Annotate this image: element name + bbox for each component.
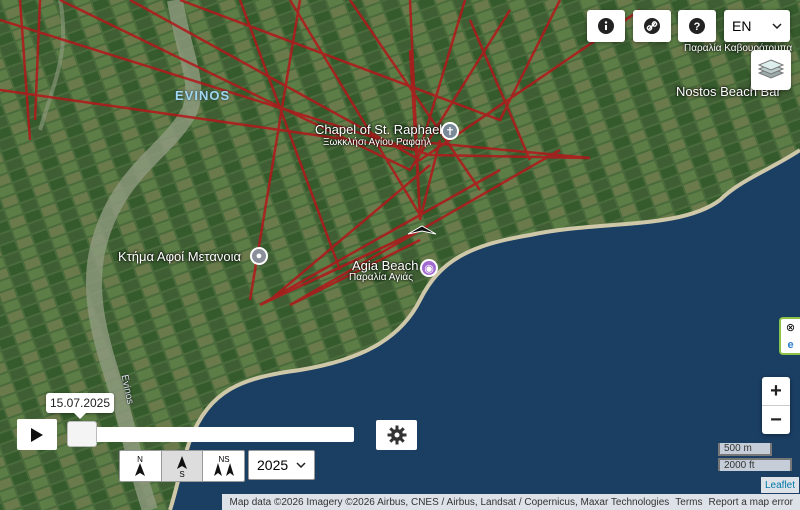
leaflet-link[interactable]: Leaflet bbox=[761, 477, 799, 493]
settings-button[interactable] bbox=[376, 420, 417, 450]
north-south-arrows-icon: NS bbox=[213, 455, 234, 476]
side-widget[interactable]: ⊗ e bbox=[779, 317, 800, 355]
attribution-data: Map data ©2026 Imagery ©2026 Airbus, CNE… bbox=[229, 496, 670, 508]
timeline-slider-thumb[interactable] bbox=[67, 421, 97, 447]
place-label-ktima: Κτήμα Αφοί Μετανοια bbox=[118, 249, 241, 264]
zoom-control: + − bbox=[762, 377, 790, 434]
year-select[interactable]: 2025 bbox=[248, 450, 315, 480]
link-button[interactable] bbox=[633, 10, 671, 42]
orientation-toggle: N S NS bbox=[119, 450, 245, 482]
zoom-out-button[interactable]: − bbox=[762, 406, 790, 434]
attribution-bar: Map data ©2026 Imagery ©2026 Airbus, CNE… bbox=[222, 494, 800, 510]
orientation-south-button[interactable]: S bbox=[161, 451, 204, 481]
play-icon bbox=[31, 427, 43, 442]
help-button[interactable]: ? bbox=[678, 10, 716, 42]
layers-icon bbox=[758, 59, 784, 79]
layers-button[interactable] bbox=[751, 50, 791, 90]
edge-e-icon: e bbox=[787, 338, 794, 351]
help-icon: ? bbox=[689, 18, 705, 34]
place-sublabel-chapel: Ξωκκλήσι Αγίου Ραφαήλ bbox=[323, 137, 432, 148]
chevron-down-icon bbox=[772, 23, 782, 29]
south-arrow-icon: S bbox=[177, 456, 187, 478]
info-button[interactable] bbox=[587, 10, 625, 42]
svg-text:N: N bbox=[137, 455, 143, 464]
language-value: EN bbox=[732, 18, 752, 34]
region-label-evinos: EVINOS bbox=[175, 88, 231, 103]
north-arrow-icon: N bbox=[135, 455, 146, 476]
camera-marker-icon[interactable]: ◉ bbox=[420, 259, 438, 277]
timeline-slider[interactable] bbox=[67, 427, 354, 442]
place-label-chapel: Chapel of St. Raphael bbox=[315, 122, 443, 137]
orientation-both-button[interactable]: NS bbox=[203, 451, 244, 481]
orientation-north-button[interactable]: N bbox=[120, 451, 162, 481]
date-tooltip: 15.07.2025 bbox=[46, 393, 114, 419]
link-icon bbox=[644, 18, 660, 34]
close-icon[interactable]: ⊗ bbox=[786, 321, 795, 334]
scale-metric: 500 m bbox=[718, 443, 772, 456]
svg-text:?: ? bbox=[694, 21, 701, 33]
info-icon bbox=[598, 18, 614, 34]
chevron-down-icon bbox=[296, 462, 306, 468]
scale-imperial: 2000 ft bbox=[718, 458, 792, 471]
play-button[interactable] bbox=[17, 419, 57, 450]
svg-text:S: S bbox=[179, 470, 184, 478]
terms-link[interactable]: Terms bbox=[675, 497, 702, 508]
place-sublabel-agia-beach: Παραλία Αγιάς bbox=[349, 272, 414, 283]
place-label-agia-beach: Agia Beach bbox=[352, 258, 419, 273]
place-marker-icon[interactable]: ● bbox=[250, 247, 268, 265]
report-error-link[interactable]: Report a map error bbox=[709, 497, 793, 508]
gear-icon bbox=[387, 425, 406, 445]
language-select[interactable]: EN bbox=[724, 10, 790, 42]
year-value: 2025 bbox=[257, 457, 289, 473]
church-marker-icon[interactable]: ✝ bbox=[441, 122, 459, 140]
zoom-in-button[interactable]: + bbox=[762, 377, 790, 406]
svg-text:NS: NS bbox=[218, 455, 229, 464]
